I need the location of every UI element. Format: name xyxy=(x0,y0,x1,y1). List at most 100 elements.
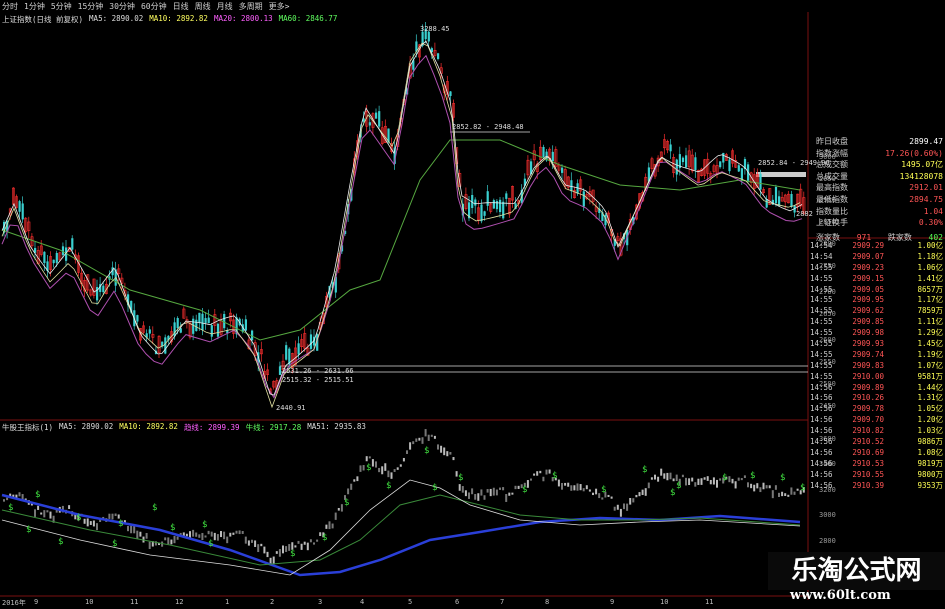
candle xyxy=(285,345,288,360)
candlestick-chart[interactable]: $$$$$$ $$$$$$$$$$$$$$$$$ $ $$$$ $ 3288.45 24… xyxy=(0,0,945,609)
x-tick: 11 xyxy=(705,598,714,606)
buy-signal-icon: $ xyxy=(424,446,429,456)
indicator-bar xyxy=(539,470,542,474)
buy-signal-icon: $ xyxy=(118,519,123,529)
tick-price: 2909.93 xyxy=(852,339,884,349)
tick-row: 14:55 2909.95 1.17亿 xyxy=(808,295,945,306)
indicator-bar xyxy=(34,509,36,517)
tick-time: 14:55 xyxy=(810,317,833,327)
info-value: 2894.75 xyxy=(909,194,943,204)
indicator-bar xyxy=(533,473,536,476)
indicator-bar xyxy=(719,478,722,481)
indicator-bar xyxy=(632,498,635,503)
indicator-bar xyxy=(592,492,594,496)
indicator-bar xyxy=(474,494,477,500)
candle xyxy=(368,122,371,126)
tick-row: 14:55 2910.00 9581万 xyxy=(808,372,945,383)
indicator-bar xyxy=(303,541,306,545)
indicator-bar xyxy=(616,504,619,510)
indicator-bar xyxy=(387,470,390,478)
annotation: 2852.82 - 2948.48 xyxy=(452,123,524,131)
candle xyxy=(551,151,554,162)
indicator-bar xyxy=(570,485,573,491)
candle xyxy=(223,314,226,329)
indicator-bar xyxy=(368,456,371,459)
indicator-bar xyxy=(784,493,787,496)
indicator-bar xyxy=(768,485,771,489)
indicator-bar xyxy=(737,477,740,481)
candle xyxy=(427,31,430,42)
x-tick: 5 xyxy=(408,598,413,606)
tick-price: 2909.89 xyxy=(852,382,884,392)
tick-volume: 1.44亿 xyxy=(917,382,943,392)
indicator-bar xyxy=(585,485,588,490)
indicator-bar xyxy=(375,461,377,468)
indicator-bar xyxy=(241,530,244,534)
indicator-bar xyxy=(771,490,774,499)
candle xyxy=(192,318,195,334)
indicator-bar xyxy=(235,530,238,534)
info-key: 上证换手 xyxy=(816,218,848,228)
buy-signal-icon: $ xyxy=(152,503,157,513)
indicator-bar xyxy=(778,492,780,497)
buy-signal-icon: $ xyxy=(8,503,13,513)
indicator-bar xyxy=(610,496,613,499)
tick-list[interactable]: 14:54 2909.29 1.00亿 14:54 2909.07 1.18亿 14:55 2… xyxy=(808,241,945,491)
indicator-bar xyxy=(294,545,297,548)
tick-time: 14:56 xyxy=(810,458,833,468)
x-tick: 3 xyxy=(318,598,323,606)
buy-signal-icon: $ xyxy=(366,463,371,473)
indicator-bar xyxy=(319,532,322,537)
indicator-bar xyxy=(747,482,749,488)
tick-time: 14:55 xyxy=(810,306,833,316)
candle xyxy=(309,334,313,349)
indicator-bar xyxy=(688,478,691,486)
candle xyxy=(483,211,486,216)
tick-row: 14:56 2910.53 9819万 xyxy=(808,459,945,470)
indicator-bar xyxy=(114,513,117,517)
indicator-bar xyxy=(511,492,514,495)
indicator-bar xyxy=(492,487,495,496)
indicator-bar xyxy=(260,543,263,547)
tick-row: 14:56 2909.70 1.20亿 xyxy=(808,415,945,426)
buy-signal-icon: $ xyxy=(522,485,527,495)
candle xyxy=(495,201,499,210)
x-tick: 9 xyxy=(34,598,39,606)
tick-price: 2909.74 xyxy=(852,349,884,359)
tick-time: 14:55 xyxy=(810,273,833,283)
buy-signal-icon: $ xyxy=(670,488,675,498)
indicator-bar xyxy=(316,539,319,542)
tick-price: 2910.82 xyxy=(852,426,884,436)
indicator-bar xyxy=(192,529,195,537)
indicator-bar xyxy=(452,457,455,461)
candle xyxy=(201,313,204,331)
info-key: 总成交量 xyxy=(816,171,848,181)
indicator-bar xyxy=(337,507,340,511)
tick-row: 14:55 2909.62 7859万 xyxy=(808,306,945,317)
tick-row: 14:55 2909.23 1.06亿 xyxy=(808,263,945,274)
indicator-bar xyxy=(449,452,452,455)
indicator-bar xyxy=(638,492,641,497)
indicator-bar xyxy=(365,456,368,462)
tick-row: 14:54 2909.07 1.18亿 xyxy=(808,252,945,263)
indicator-bar xyxy=(356,476,359,482)
indicator-bar xyxy=(402,457,405,462)
indicator-bar xyxy=(685,477,687,486)
tick-volume: 9819万 xyxy=(917,458,943,468)
buy-signal-icon: $ xyxy=(386,481,391,491)
buy-signal-icon: $ xyxy=(208,539,213,549)
tick-price: 2909.15 xyxy=(852,273,884,283)
indicator-bar xyxy=(666,472,669,481)
info-value: 1495.07亿 xyxy=(901,160,943,170)
indicator-bar xyxy=(576,483,579,491)
tick-volume: 1.19亿 xyxy=(917,349,943,359)
candle xyxy=(790,194,793,207)
indicator-bar xyxy=(567,482,570,487)
candle xyxy=(765,198,768,208)
indicator-bar xyxy=(378,467,381,473)
candle xyxy=(505,193,508,199)
buy-signal-icon: $ xyxy=(76,513,81,523)
info-value: 2912.01 xyxy=(909,183,943,193)
indicator-bar xyxy=(198,534,201,538)
info-key: 最低指数 xyxy=(816,194,848,204)
